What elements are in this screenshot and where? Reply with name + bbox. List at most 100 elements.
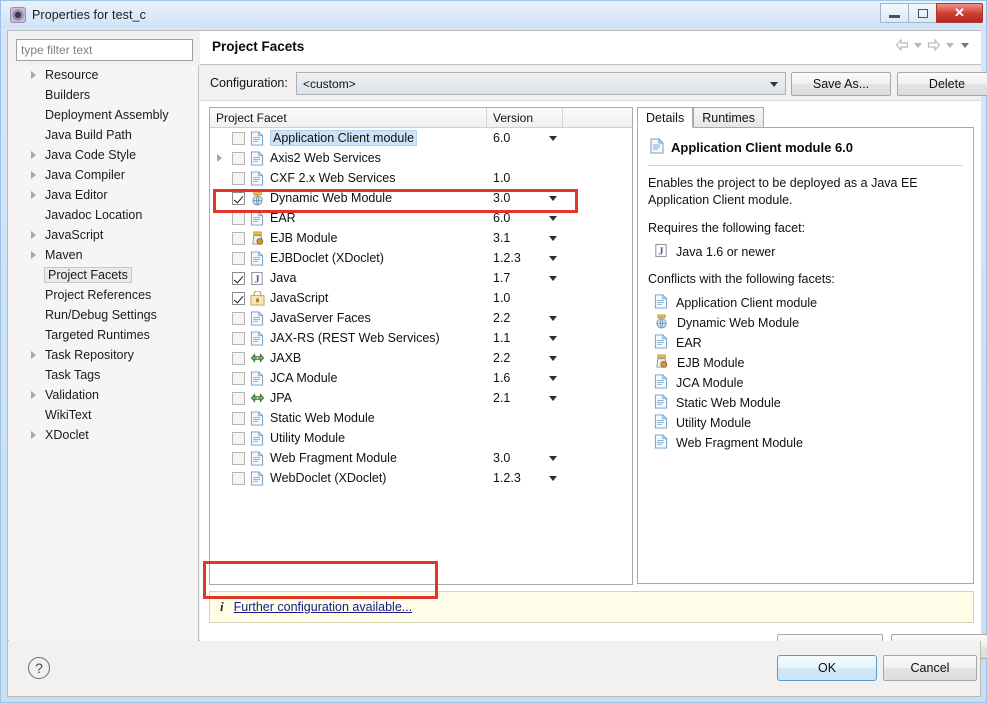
table-row[interactable]: Axis2 Web Services <box>210 148 632 168</box>
question-mark-icon[interactable]: ? <box>28 657 50 679</box>
version-chevron-down-icon[interactable] <box>549 336 557 341</box>
arrow-right-icon[interactable] <box>927 39 941 51</box>
facet-checkbox[interactable] <box>232 171 245 185</box>
facet-checkbox[interactable] <box>232 351 245 365</box>
table-row[interactable]: Utility Module <box>210 428 632 448</box>
version-chevron-down-icon[interactable] <box>549 356 557 361</box>
table-row[interactable]: Web Fragment Module 3.0 <box>210 448 632 468</box>
facet-checkbox[interactable] <box>232 311 245 325</box>
sidebar-item-deployment-assembly[interactable]: Deployment Assembly <box>9 105 198 125</box>
version-chevron-down-icon[interactable] <box>549 196 557 201</box>
version-chevron-down-icon[interactable] <box>549 476 557 481</box>
facet-checkbox[interactable] <box>232 231 245 245</box>
version-chevron-down-icon[interactable] <box>549 316 557 321</box>
version-chevron-down-icon[interactable] <box>549 236 557 241</box>
further-configuration-link[interactable]: Further configuration available... <box>234 600 413 614</box>
table-row[interactable]: JAXB 2.2 <box>210 348 632 368</box>
facet-checkbox[interactable] <box>232 251 245 265</box>
sidebar-item-run-debug-settings[interactable]: Run/Debug Settings <box>9 305 198 325</box>
table-row[interactable]: Application Client module 6.0 <box>210 128 632 148</box>
version-chevron-down-icon[interactable] <box>549 396 557 401</box>
sidebar-item-java-compiler[interactable]: Java Compiler <box>9 165 198 185</box>
sidebar-item-java-editor[interactable]: Java Editor <box>9 185 198 205</box>
facet-checkbox[interactable] <box>232 191 245 205</box>
sidebar-item-java-build-path[interactable]: Java Build Path <box>9 125 198 145</box>
facet-checkbox[interactable] <box>232 131 245 145</box>
table-row[interactable]: JAX-RS (REST Web Services) 1.1 <box>210 328 632 348</box>
sidebar-item-java-code-style[interactable]: Java Code Style <box>9 145 198 165</box>
version-chevron-down-icon[interactable] <box>549 136 557 141</box>
tab-details[interactable]: Details <box>637 107 694 128</box>
chevron-right-icon[interactable] <box>31 431 36 439</box>
chevron-right-icon[interactable] <box>31 71 36 79</box>
sidebar-item-validation[interactable]: Validation <box>9 385 198 405</box>
chevron-right-icon[interactable] <box>31 351 36 359</box>
sidebar-item-task-tags[interactable]: Task Tags <box>9 365 198 385</box>
table-row[interactable]: JavaServer Faces 2.2 <box>210 308 632 328</box>
facet-checkbox[interactable] <box>232 451 245 465</box>
filter-input[interactable]: type filter text <box>16 39 193 61</box>
chevron-down-icon[interactable] <box>914 42 922 48</box>
table-row[interactable]: EJBDoclet (XDoclet) 1.2.3 <box>210 248 632 268</box>
cancel-button[interactable]: Cancel <box>883 655 977 681</box>
table-row[interactable]: Dynamic Web Module 3.0 <box>210 188 632 208</box>
ok-button[interactable]: OK <box>777 655 877 681</box>
table-row[interactable]: Static Web Module <box>210 408 632 428</box>
facet-checkbox[interactable] <box>232 331 245 345</box>
chevron-right-icon[interactable] <box>31 231 36 239</box>
sidebar-item-task-repository[interactable]: Task Repository <box>9 345 198 365</box>
facet-checkbox[interactable] <box>232 151 245 165</box>
table-row[interactable]: EAR 6.0 <box>210 208 632 228</box>
tab-runtimes[interactable]: Runtimes <box>693 107 765 128</box>
facet-checkbox[interactable] <box>232 391 245 405</box>
project-facets-table[interactable]: Project Facet Version Application Client… <box>209 107 633 585</box>
minimize-button[interactable] <box>880 3 909 23</box>
version-chevron-down-icon[interactable] <box>549 376 557 381</box>
sidebar-item-xdoclet[interactable]: XDoclet <box>9 425 198 445</box>
chevron-right-icon[interactable] <box>31 151 36 159</box>
chevron-right-icon[interactable] <box>31 171 36 179</box>
facet-checkbox[interactable] <box>232 211 245 225</box>
facet-checkbox[interactable] <box>232 411 245 425</box>
table-row[interactable]: J Java 1.7 <box>210 268 632 288</box>
version-chevron-down-icon[interactable] <box>549 256 557 261</box>
delete-button[interactable]: Delete <box>897 72 987 96</box>
save-as-button[interactable]: Save As... <box>791 72 891 96</box>
sidebar-item-javascript[interactable]: JavaScript <box>9 225 198 245</box>
column-header-project-facet[interactable]: Project Facet <box>210 108 487 127</box>
column-header-version[interactable]: Version <box>487 108 563 127</box>
table-row[interactable]: JPA 2.1 <box>210 388 632 408</box>
table-row[interactable]: EJB Module 3.1 <box>210 228 632 248</box>
version-chevron-down-icon[interactable] <box>549 276 557 281</box>
sidebar-item-project-references[interactable]: Project References <box>9 285 198 305</box>
table-row[interactable]: WebDoclet (XDoclet) 1.2.3 <box>210 468 632 488</box>
configuration-combobox[interactable]: <custom> <box>296 72 786 95</box>
table-row[interactable]: CXF 2.x Web Services 1.0 <box>210 168 632 188</box>
sidebar-item-project-facets[interactable]: Project Facets <box>9 265 198 285</box>
sidebar-item-builders[interactable]: Builders <box>9 85 198 105</box>
facet-checkbox[interactable] <box>232 431 245 445</box>
sidebar-item-javadoc-location[interactable]: Javadoc Location <box>9 205 198 225</box>
sidebar-item-maven[interactable]: Maven <box>9 245 198 265</box>
table-row[interactable]: JavaScript 1.0 <box>210 288 632 308</box>
sidebar-item-resource[interactable]: Resource <box>9 65 198 85</box>
arrow-left-icon[interactable] <box>895 39 909 51</box>
settings-tree[interactable]: Resource Builders Deployment Assembly Java … <box>9 65 199 641</box>
table-row[interactable]: JCA Module 1.6 <box>210 368 632 388</box>
maximize-button[interactable] <box>908 3 937 23</box>
facet-checkbox[interactable] <box>232 271 245 285</box>
version-chevron-down-icon[interactable] <box>549 456 557 461</box>
sidebar-item-targeted-runtimes[interactable]: Targeted Runtimes <box>9 325 198 345</box>
facet-checkbox[interactable] <box>232 471 245 485</box>
chevron-right-icon[interactable] <box>217 154 222 162</box>
chevron-right-icon[interactable] <box>31 191 36 199</box>
sidebar-item-wikitext[interactable]: WikiText <box>9 405 198 425</box>
chevron-right-icon[interactable] <box>31 251 36 259</box>
facet-checkbox[interactable] <box>232 291 245 305</box>
close-button[interactable]: ✕ <box>936 3 983 23</box>
chevron-right-icon[interactable] <box>31 391 36 399</box>
facet-checkbox[interactable] <box>232 371 245 385</box>
version-chevron-down-icon[interactable] <box>549 216 557 221</box>
chevron-down-icon[interactable] <box>946 42 954 48</box>
page-menu-chevron-down-icon[interactable] <box>961 42 969 48</box>
